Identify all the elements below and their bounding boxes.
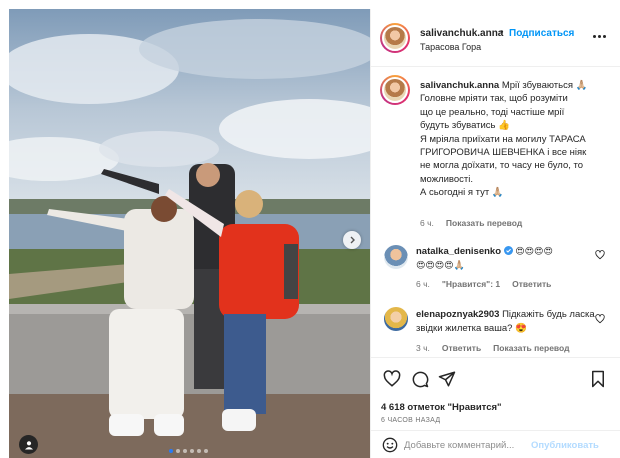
- comment-username[interactable]: elenapoznyak2903: [416, 309, 499, 320]
- photo-scene: [9, 9, 370, 458]
- caption-avatar[interactable]: [380, 75, 410, 105]
- reply-button[interactable]: Ответить: [442, 343, 481, 353]
- more-icon[interactable]: [593, 35, 606, 38]
- follow-button[interactable]: Подписаться: [509, 28, 574, 39]
- caption-line: Я мріяла приїхати на могилу ТАРАСА: [420, 133, 586, 145]
- caption-username[interactable]: salivanchuk.anna: [420, 80, 499, 91]
- comment-icon[interactable]: [411, 370, 429, 388]
- add-comment-bar: Добавьте комментарий... Опубликовать: [371, 430, 620, 458]
- author-avatar[interactable]: [380, 23, 410, 53]
- heart-icon[interactable]: [595, 314, 605, 324]
- heart-icon[interactable]: [383, 370, 401, 388]
- header-separator: •: [500, 27, 504, 38]
- post-side-panel: salivanchuk.anna • Подписаться Тарасова …: [370, 9, 620, 458]
- caption-translate-link[interactable]: Показать перевод: [446, 218, 522, 228]
- share-icon[interactable]: [438, 370, 456, 388]
- publish-button[interactable]: Опубликовать: [531, 440, 599, 451]
- caption-line: будуть збуватись 👍: [420, 120, 510, 132]
- likes-count[interactable]: 4 618 отметок "Нравится": [381, 402, 502, 413]
- post-location[interactable]: Тарасова Гора: [420, 42, 481, 52]
- author-username[interactable]: salivanchuk.anna: [420, 28, 503, 39]
- carousel-dot: [176, 449, 180, 453]
- caption-time: 6 ч.: [420, 218, 434, 228]
- verified-icon: [503, 246, 513, 255]
- post-header: salivanchuk.anna • Подписаться Тарасова …: [371, 9, 620, 67]
- comment-input[interactable]: Добавьте комментарий...: [404, 440, 514, 451]
- post-actions: 4 618 отметок "Нравится" 6 ЧАСОВ НАЗАД: [371, 357, 620, 429]
- comment-avatar[interactable]: [384, 307, 408, 331]
- post-age: 6 ЧАСОВ НАЗАД: [381, 417, 441, 424]
- next-image-button[interactable]: [343, 231, 361, 249]
- comment-translate-link[interactable]: Показать перевод: [493, 343, 569, 353]
- smile-icon[interactable]: [382, 437, 398, 453]
- caption-line: Мрії збуваються 🙏🏼: [501, 80, 588, 91]
- carousel-dot: [169, 449, 173, 453]
- carousel-dots: [169, 449, 208, 453]
- comment-likes[interactable]: "Нравится": 1: [442, 279, 500, 289]
- comment-emoji: 😍😍😍😍: [515, 247, 553, 257]
- caption-meta: 6 ч. Показать перевод: [420, 218, 522, 228]
- reply-button[interactable]: Ответить: [512, 279, 551, 289]
- comment-username[interactable]: natalka_denisenko: [416, 246, 501, 257]
- caption-line: ГРИГОРОВИЧА ШЕВЧЕНКА і все ніяк: [420, 147, 587, 159]
- caption-text: salivanchuk.anna Мрії збуваються 🙏🏼 Голо…: [420, 79, 610, 200]
- bookmark-icon[interactable]: [589, 370, 607, 388]
- post-photo[interactable]: [9, 9, 370, 458]
- user-tag-icon: [24, 440, 33, 449]
- caption-line: Головне мріяти так, щоб розуміти: [420, 93, 568, 105]
- comment-time: 3 ч.: [416, 343, 430, 353]
- next-arrow-icon: [350, 236, 355, 244]
- comment-avatar[interactable]: [384, 245, 408, 269]
- heart-icon[interactable]: [595, 250, 605, 260]
- caption-line: не могла доїхати, то часу не було, то: [420, 160, 584, 172]
- comment-text: natalka_denisenko 😍😍😍😍 😍😍😍😍🙏🏼: [416, 245, 596, 273]
- user-tag-button[interactable]: [19, 435, 38, 454]
- caption-line: А сьогодні я тут 🙏🏼: [420, 187, 504, 199]
- comment-emoji: 😍😍😍😍🙏🏼: [416, 261, 465, 271]
- comment-meta: 6 ч. "Нравится": 1 Ответить: [416, 279, 551, 289]
- comment-meta: 3 ч. Ответить Показать перевод: [416, 343, 570, 353]
- carousel-dot: [190, 449, 194, 453]
- comment-time: 6 ч.: [416, 279, 430, 289]
- comment-text: elenapoznyak2903 Підкажіть будь ласка зв…: [416, 308, 596, 336]
- caption-line: можливості.: [420, 173, 473, 185]
- caption-line: що це реально, тоді частіше мрії: [420, 106, 565, 118]
- carousel-dot: [197, 449, 201, 453]
- carousel-dot: [183, 449, 187, 453]
- carousel-dot: [204, 449, 208, 453]
